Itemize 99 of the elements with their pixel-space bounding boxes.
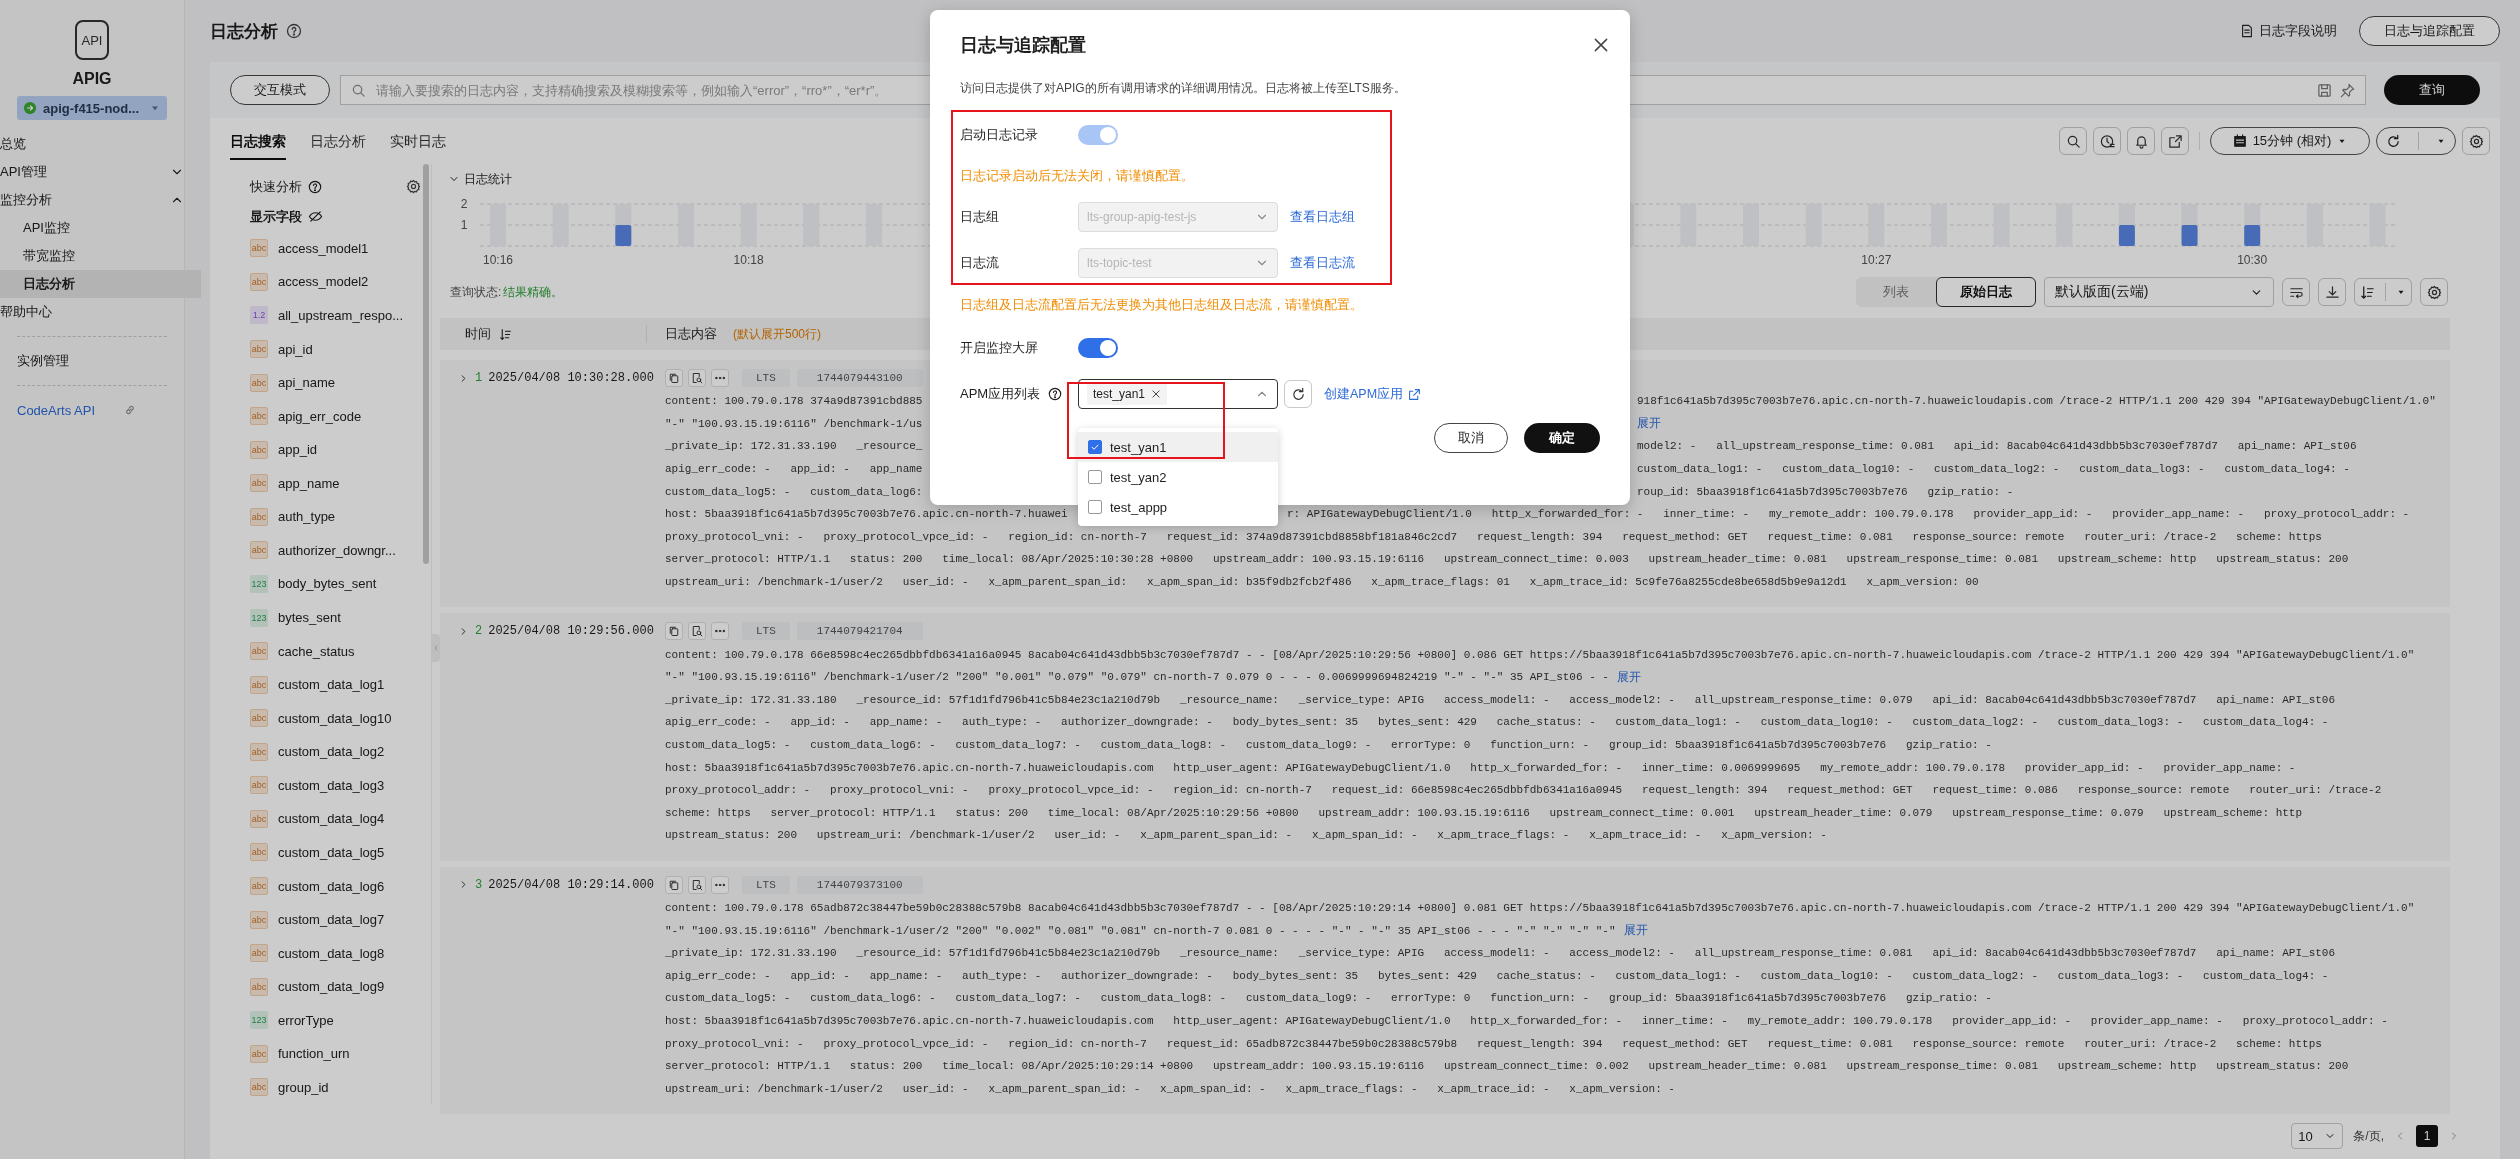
type-badge: abc: [250, 272, 268, 291]
axis-label: 10:30: [2237, 253, 2268, 267]
field-label: 日志流: [960, 254, 999, 272]
log-text: custom_data_log5: - custom_data_log6: - custom_data_log7: - custom_data_log8: - custom_data_log9: - errorType: 0 function_urn: - group_id: 5baa3918f1c641a5b7d395c7003b7e76 gzip_ratio: -: [665, 739, 1992, 751]
log-text: host: 5baa3918f1c641a5b7d395c7003b7e76.apic.cn-north-7.huaweicloudapis.com http_user_agent: APIGatewayDebugClient/1.0 http_x_forwarded_for: - inner_time: - my_remote_addr: 100.79.0.178 provider_app_id: - provider_app_name: - proxy_protocol_addr: -: [665, 1014, 2388, 1027]
log-time: 2025/04/08 10:30:28.000: [488, 371, 654, 385]
row-number: 1: [475, 371, 483, 385]
warning-text: 日志记录启动后无法关闭，请谨慎配置。: [960, 167, 1195, 185]
type-badge: 123: [250, 1011, 268, 1030]
field-label: 启动日志记录: [960, 126, 1038, 144]
type-badge: abc: [250, 474, 268, 493]
dialog-title: 日志与追踪配置: [960, 34, 1086, 57]
product-name: APIG: [71, 70, 113, 88]
field-label: 日志组: [960, 208, 999, 226]
source-tag: LTS: [742, 622, 790, 641]
type-badge: abc: [250, 675, 268, 694]
type-badge: abc: [250, 944, 268, 963]
field-label: APM应用列表: [960, 385, 1041, 403]
type-badge: abc: [250, 1044, 268, 1063]
type-badge: abc: [250, 709, 268, 728]
warning-text: 日志组及日志流配置后无法更换为其他日志组及日志流，请谨慎配置。: [960, 296, 1364, 314]
type-badge: 123: [250, 574, 268, 593]
log-text: apig_err_code: - app_id: - app_name: - auth_type: - authorizer_downgrade: - body_bytes_sent: 35 bytes_sent: 429 cache_status: - custom_data_log1: - custom_data_log10: - custom_data_log2: - custom_data_log3: - custom_data_log4: -: [665, 969, 2329, 982]
log-text: custom_data_log5: - custom_data_log6:: [665, 485, 923, 498]
page-title: 日志分析: [210, 20, 278, 43]
status-label: 查询状态:: [450, 283, 502, 301]
status-value: 结果精确。: [503, 283, 564, 301]
source-tag: LTS: [742, 875, 790, 894]
type-badge: abc: [250, 910, 268, 929]
timestamp-tag: 1744079421704: [796, 622, 923, 641]
type-badge: abc: [250, 340, 268, 359]
type-badge: abc: [250, 877, 268, 896]
log-text: scheme: https server_protocol: HTTP/1.1 status: 200 time_local: 08/Apr/2025:10:29:56 +0800 upstream_addr: 100.93.15.19:6116 upstream_connect_time: 0.001 upstream_header_time: 0.079 upstream_response_time: 0.079 upstream_scheme: http: [665, 806, 2303, 819]
row-number: 3: [475, 877, 483, 892]
timestamp-tag: 1744079373100: [796, 875, 923, 894]
column-note: (默认展开500行): [733, 325, 821, 343]
log-text: content: 100.79.0.178 66e8598c4ec265dbbfdb6341a16a0945 8acab04c641d43dbb5b3c7030ef787d7 - - [08/Apr/2025:10:29:56 +0800] 0.086 GET https://5baa3918f1c641a5b7d395c7003b7e76.apic.cn-north-7.huaweicloudapis.com /trace-2 HTTP/1.1 200 429 394 "APIGatewayDebugClient/1.0": [665, 648, 2415, 661]
type-badge: abc: [250, 541, 268, 560]
source-tag: LTS: [742, 369, 790, 387]
type-badge: abc: [250, 776, 268, 795]
log-text: host: 5baa3918f1c641a5b7d395c7003b7e76.apic.cn-north-7.huaweicloudapis.com http_user_agent: APIGatewayDebugClient/1.0 http_x_forwarded_for: - inner_time: 0.0069999695 my_remote_addr: 100.79.0.178 provider_app_id: - provider_app_name: -: [665, 761, 2296, 774]
type-badge: abc: [250, 440, 268, 459]
log-text: _private_ip: 172.31.33.180 _resource_id: 57f1d1fd796b41c5b84e23c1a210d79b _resource_name: _service_type: APIG access_model1: - access_model2: - all_upstream_response_time: 0.079 api_id: 8acab04c641d43dbb5b3c7030ef787d7 api_name: API_st06: [665, 693, 2336, 706]
axis-label: 2: [460, 197, 468, 211]
type-badge: abc: [250, 507, 268, 526]
type-badge: 1.2: [250, 306, 268, 325]
type-badge: abc: [250, 977, 268, 996]
log-text: apig_err_code: - app_id: - app_name: - auth_type: - authorizer_downgrade: - body_bytes_sent: 35 bytes_sent: 429 cache_status: - custom_data_log1: - custom_data_log10: - custom_data_log2: - custom_data_log3: - custom_data_log4: -: [665, 716, 2329, 729]
log-text: _private_ip: 172.31.33.190 _resource_: [665, 440, 923, 453]
log-time: 2025/04/08 10:29:14.000: [488, 877, 654, 892]
log-text: _private_ip: 172.31.33.190 _resource_id: 57f1d1fd796b41c5b84e23c1a210d79b _resource_name: _service_type: APIG access_model1: - access_model2: - all_upstream_response_time: 0.081 api_id: 8acab04c641d43dbb5b3c7030ef787d7 api_name: API_st06: [665, 947, 2336, 960]
select-field: lts-topic-test: [1078, 248, 1278, 278]
field-label: 开启监控大屏: [960, 339, 1038, 357]
panel-title: 快速分析: [250, 177, 302, 196]
log-text: server_protocol: HTTP/1.1 status: 200 time_local: 08/Apr/2025:10:29:14 +0800 upstream_addr: 100.93.15.19:6116 upstream_connect_time: 0.002 upstream_header_time: 0.081 upstream_response_time: 0.081 upstream_scheme: http upstream_status: 200: [665, 1060, 2349, 1073]
log-text: roup_id: 5baa3918f1c641a5b7d395c7003b7e76 gzip_ratio: -: [1637, 485, 2014, 498]
type-badge: abc: [250, 373, 268, 392]
select-field: lts-group-apig-test-js: [1078, 202, 1278, 232]
log-text: content: 100.79.0.178 65adb872c38447be59b0c28388c579b8 8acab04c641d43dbb5b3c7030ef787d7 - - [08/Apr/2025:10:29:14 +0800] 0.081 GET https://5baa3918f1c641a5b7d395c7003b7e76.apic.cn-north-7.huaweicloudapis.com /trace-2 HTTP/1.1 200 429 394 "APIGatewayDebugClient/1.0": [665, 902, 2415, 914]
log-text: "-" "100.93.15.19:6116" /benchmark-1/user/2 "200" "0.002" "0.081" "0.081" cn-north-7 0.081 0 - - - - "-" - "-" 35 API_st06 - - - "-" "-" "-" "-": [665, 924, 1616, 937]
page-size-label: 条/页,: [2353, 1127, 2384, 1145]
axis-label: 10:16: [483, 253, 513, 267]
log-text: upstream_status: 200 upstream_uri: /benchmark-1/user/2 user_id: - x_apm_parent_span_id: - x_apm_span_id: - x_apm_trace_flags: - x_apm_trace_id: - x_apm_version: -: [665, 829, 1827, 842]
type-badge: abc: [250, 1078, 268, 1097]
timestamp-tag: 1744079443100: [796, 369, 923, 387]
section-title: 显示字段: [250, 207, 302, 226]
log-text: proxy_protocol_addr: - proxy_protocol_vni: - proxy_protocol_vpce_id: - region_id: cn-north-7 request_id: 66e8598c4ec265dbbfdb6341a16a0945 request_length: 394 request_method: GET request_time: 0.086 response_source: remote router_uri: /trace-2: [665, 784, 2382, 797]
log-text: custom_data_log1: - custom_data_log10: - custom_data_log2: - custom_data_log3: - custom_data_log4: -: [1637, 463, 2350, 476]
axis-label: 1: [460, 218, 468, 232]
log-text: proxy_protocol_vni: - proxy_protocol_vpce_id: - region_id: cn-north-7 request_id: 65adb872c38447be59b0c28388c579b8 request_length: 394 request_method: GET request_time: 0.081 response_source: remote router_uri: /trace-2 scheme: https: [665, 1037, 2322, 1050]
type-badge: abc: [250, 843, 268, 862]
axis-label: 10:18: [733, 253, 764, 267]
type-badge: abc: [250, 742, 268, 761]
log-text: host: 5baa3918f1c641a5b7d395c7003b7e76.apic.cn-north-7.huawei: [665, 508, 1068, 521]
log-text: upstream_uri: /benchmark-1/user/2 user_id: - x_apm_parent_span_id: - x_apm_span_id: - x_apm_trace_flags: - x_apm_trace_id: - x_apm_version: -: [665, 1082, 1675, 1095]
logo-text: API: [81, 32, 103, 48]
log-text: r: APIGatewayDebugClient/1.0 http_x_forwarded_for: - inner_time: - my_remote_addr: 100.79.0.178 provider_app_id: - provider_app_name: - proxy_protocol_addr: -: [1287, 508, 2410, 521]
type-badge: abc: [250, 809, 268, 828]
section-title: 日志统计: [464, 170, 512, 188]
log-text: custom_data_log5: - custom_data_log6: - custom_data_log7: - custom_data_log8: - custom_data_log9: - errorType: 0 function_urn: - group_id: 5baa3918f1c641a5b7d395c7003b7e76 gzip_ratio: -: [665, 992, 1992, 1005]
type-badge: abc: [250, 239, 268, 258]
log-text: server_protocol: HTTP/1.1 status: 200 time_local: 08/Apr/2025:10:30:28 +0800 upstream_addr: 100.93.15.19:6116 upstream_connect_time: 0.003 upstream_header_time: 0.081 upstream_response_time: 0.081 upstream_scheme: http upstream_status: 200: [665, 553, 2349, 566]
log-text: content: 100.79.0.178 374a9d87391cbd885: [665, 395, 923, 408]
log-text: upstream_uri: /benchmark-1/user/2 user_id: - x_apm_parent_span_id: x_apm_span_id: b35f9db2fcb2f486 x_apm_trace_flags: 01 x_apm_trace_id: 5c9fe76a8255cde8be658d5b9e9a12d1 x_apm_version: 00: [665, 576, 1979, 589]
type-badge: 123: [250, 608, 268, 627]
log-text: "-" "100.93.15.19:6116" /benchmark-1/user/2 "200" "0.001" "0.079" "0.079" cn-north-7 0.079 0 - - - 0.0069999694824219 "-" - "-" 35 API_st06 - -: [665, 671, 1609, 684]
type-badge: abc: [250, 642, 268, 661]
log-text: 918f1c641a5b7d395c7003b7e76.apic.cn-north-7.huaweicloudapis.com /trace-2 HTTP/1.1 200 429 394 "APIGatewayDebugClient/1.0": [1637, 395, 2436, 408]
log-text: proxy_protocol_vni: - proxy_protocol_vpce_id: - region_id: cn-north-7 request_id: 374a9d87391cbd8858bf181a846c2cd7 request_length: 394 request_method: GET request_time: 0.081 response_source: remote router_uri: /trace-2 scheme: https: [665, 530, 2322, 543]
axis-label: 10:27: [1861, 253, 1892, 267]
log-text: apig_err_code: - app_id: - app_name: [665, 463, 923, 476]
column-header: 日志内容: [665, 325, 717, 343]
log-time: 2025/04/08 10:29:56.000: [488, 624, 654, 639]
column-header: 时间: [465, 325, 491, 343]
log-text: model2: - all_upstream_response_time: 0.081 api_id: 8acab04c641d43dbb5b3c7030ef787d7 api_name: API_st06: [1637, 440, 2357, 453]
log-text: "-" "100.93.15.19:6116" /benchmark-1/us: [665, 417, 923, 430]
row-number: 2: [475, 624, 483, 639]
dialog-description: 访问日志提供了对APIG的所有调用请求的详细调用情况。日志将被上传至LTS服务。: [960, 80, 1407, 97]
type-badge: abc: [250, 407, 268, 426]
